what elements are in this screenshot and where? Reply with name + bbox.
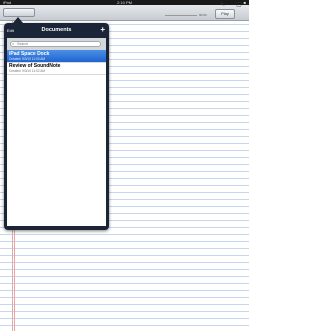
pencil-icon[interactable]: ✎ [220,1,225,8]
search-input[interactable] [10,41,101,47]
popover-arrow [13,17,23,23]
play-button[interactable]: Play [215,9,235,19]
audio-progress-track[interactable] [165,15,197,16]
search-icon: ⌕ [12,41,15,46]
search-bar: ⌕ [7,38,106,50]
popover-header: Edit Documents + [4,23,109,37]
documents-popover: Edit Documents + ⌕ iPad Space Dock Creat… [4,23,109,230]
add-document-button[interactable]: + [100,25,105,34]
document-date: Created: 9/3/10 11:02 AM [9,69,46,73]
document-list: ⌕ iPad Space Dock Created: 9/3/10 11:00 … [7,38,106,226]
share-icon[interactable]: ▢ [236,1,242,8]
popover-title: Documents [41,27,72,33]
list-item-review-of-soundnote[interactable]: Review of SoundNote Created: 9/3/10 11:0… [7,62,106,75]
top-toolbar: 00:00 ✎ ▢ Play [0,2,249,21]
audio-time: 00:00 [199,13,207,17]
documents-button[interactable] [3,8,35,17]
document-date: Created: 9/3/10 11:00 AM [9,57,46,61]
